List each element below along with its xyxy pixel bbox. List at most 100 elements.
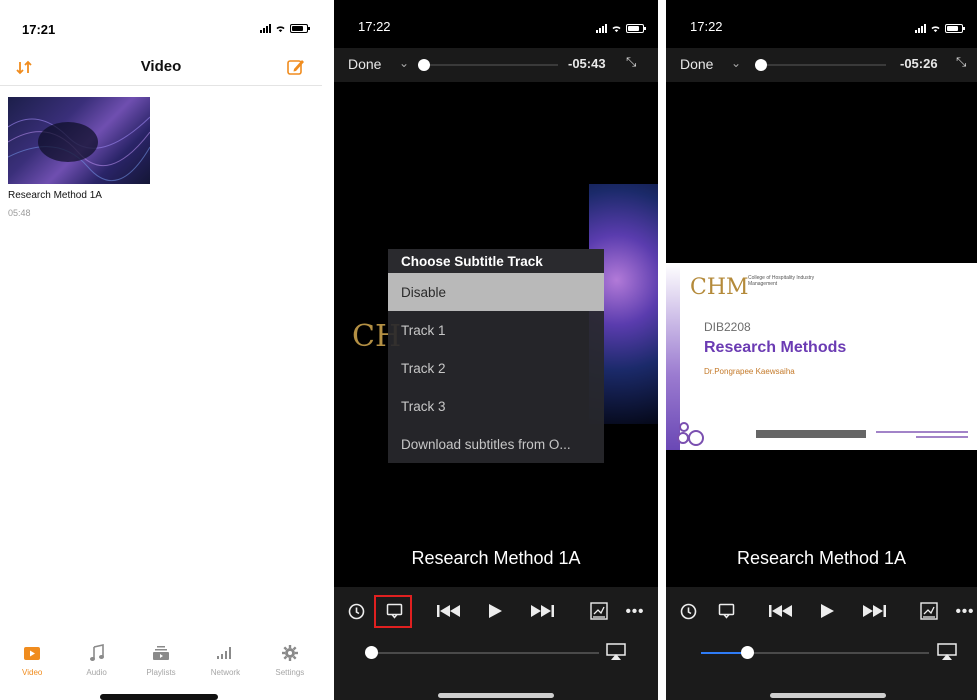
tab-settings[interactable]: Settings <box>258 640 322 684</box>
edit-icon[interactable] <box>286 57 306 77</box>
volume-knob[interactable] <box>740 646 754 659</box>
video-thumbnail[interactable] <box>8 97 150 184</box>
university-subtext <box>876 431 968 438</box>
menu-item-track-3[interactable]: Track 3 <box>388 387 604 425</box>
tab-bar: Video Audio Playlists Network Settings <box>0 640 322 684</box>
clock-icon[interactable] <box>346 599 366 623</box>
rings-logo <box>677 422 704 446</box>
video-duration: 05:48 <box>8 208 31 218</box>
home-indicator <box>770 693 886 698</box>
gear-icon <box>280 644 300 662</box>
battery-icon <box>626 24 646 33</box>
player-top-bar: Done ⌄ -05:26 ⤡ <box>666 48 977 82</box>
college-logo: CHM <box>690 275 749 300</box>
wifi-icon <box>276 26 285 33</box>
video-title[interactable]: Research Method 1A <box>8 190 102 201</box>
seek-bar[interactable] <box>418 59 558 71</box>
video-icon <box>22 644 42 662</box>
player-slide-screen: 17:22 Done ⌄ -05:26 ⤡ CHM College of Hos… <box>666 0 977 700</box>
more-icon[interactable]: ••• <box>954 599 976 623</box>
music-note-icon <box>87 644 107 662</box>
player-control-bar: ••• <box>666 587 977 700</box>
menu-item-disable[interactable]: Disable <box>388 273 604 311</box>
annotation-highlight-box <box>374 595 412 628</box>
subtitle-track-menu: Choose Subtitle Track Disable Track 1 Tr… <box>388 249 604 463</box>
skip-back-icon[interactable] <box>766 599 796 623</box>
skip-back-icon[interactable] <box>434 599 464 623</box>
remaining-time: -05:43 <box>568 56 606 71</box>
status-time: 17:22 <box>690 19 723 34</box>
expand-icon[interactable]: ⤡ <box>626 54 636 70</box>
tab-label: Audio <box>86 668 107 677</box>
menu-item-track-2[interactable]: Track 2 <box>388 349 604 387</box>
tab-label: Video <box>22 668 43 677</box>
course-code: DIB2208 <box>704 320 751 334</box>
chevron-down-icon[interactable]: ⌄ <box>399 56 409 70</box>
home-indicator <box>100 694 218 700</box>
seek-knob[interactable] <box>755 59 768 71</box>
panel-divider <box>322 0 334 700</box>
wifi-icon <box>931 26 940 33</box>
menu-item-track-1[interactable]: Track 1 <box>388 311 604 349</box>
thumbnail-image <box>8 116 150 182</box>
video-library-screen: 17:21 Video Research Method 1A 05:48 Vid… <box>0 0 322 700</box>
menu-title: Choose Subtitle Track <box>388 249 604 273</box>
lecturer-name: Dr.Pongrapee Kaewsaiha <box>704 367 795 376</box>
tab-video[interactable]: Video <box>0 640 64 684</box>
chevron-down-icon[interactable]: ⌄ <box>731 56 741 70</box>
status-time: 17:22 <box>358 19 391 34</box>
player-subtitle-menu-screen: 17:22 Done ⌄ -05:43 ⤡ CH Choose Subtitle… <box>334 0 658 700</box>
volume-slider[interactable] <box>701 646 929 659</box>
subtitle-icon[interactable] <box>715 599 737 623</box>
skip-forward-icon[interactable] <box>527 599 557 623</box>
tab-network[interactable]: Network <box>193 640 257 684</box>
screenshot-composite: 17:21 Video Research Method 1A 05:48 Vid… <box>0 0 977 700</box>
lecture-slide: CHM College of Hospitality Industry Mana… <box>666 263 977 450</box>
subtitle-text: Research Method 1A <box>736 548 907 568</box>
seek-bar[interactable] <box>755 59 886 71</box>
player-top-bar: Done ⌄ -05:43 ⤡ <box>334 48 658 82</box>
university-wordmark <box>756 430 866 438</box>
play-icon[interactable] <box>817 599 837 623</box>
play-icon[interactable] <box>485 599 505 623</box>
tab-label: Playlists <box>146 668 176 677</box>
wifi-icon <box>612 26 621 33</box>
signal-icon <box>915 24 926 33</box>
tab-audio[interactable]: Audio <box>64 640 128 684</box>
signal-icon <box>260 24 271 33</box>
volume-level <box>701 652 747 654</box>
playlists-icon <box>151 644 171 662</box>
seek-knob[interactable] <box>418 59 430 71</box>
status-bar: 17:21 <box>0 0 322 52</box>
tab-playlists[interactable]: Playlists <box>129 640 193 684</box>
battery-icon <box>290 24 310 33</box>
network-bars-icon <box>215 644 235 662</box>
status-time: 17:21 <box>22 22 56 37</box>
done-button[interactable]: Done <box>348 56 381 72</box>
expand-icon[interactable]: ⤡ <box>956 54 966 70</box>
status-icons <box>260 24 310 33</box>
panel-divider <box>658 0 666 700</box>
home-indicator <box>438 693 554 698</box>
signal-icon <box>596 24 607 33</box>
course-title: Research Methods <box>704 339 847 356</box>
tab-label: Network <box>210 668 241 677</box>
done-button[interactable]: Done <box>680 56 713 72</box>
clock-icon[interactable] <box>678 599 698 623</box>
status-icons <box>915 24 965 33</box>
volume-knob[interactable] <box>365 646 378 659</box>
airplay-icon[interactable] <box>937 643 957 661</box>
tab-label: Settings <box>275 668 305 677</box>
aspect-ratio-icon[interactable] <box>919 599 939 623</box>
aspect-ratio-icon[interactable] <box>589 599 609 623</box>
airplay-icon[interactable] <box>606 643 626 661</box>
subtitle-text: Research Method 1A <box>411 548 581 568</box>
college-name: College of Hospitality Industry Manageme… <box>748 275 815 287</box>
more-icon[interactable]: ••• <box>624 599 646 623</box>
skip-forward-icon[interactable] <box>859 599 889 623</box>
menu-item-download-subtitles[interactable]: Download subtitles from O... <box>388 425 604 463</box>
volume-slider[interactable] <box>365 646 599 659</box>
battery-icon <box>945 24 965 33</box>
status-icons <box>596 24 646 33</box>
library-nav-bar: Video <box>0 52 322 86</box>
